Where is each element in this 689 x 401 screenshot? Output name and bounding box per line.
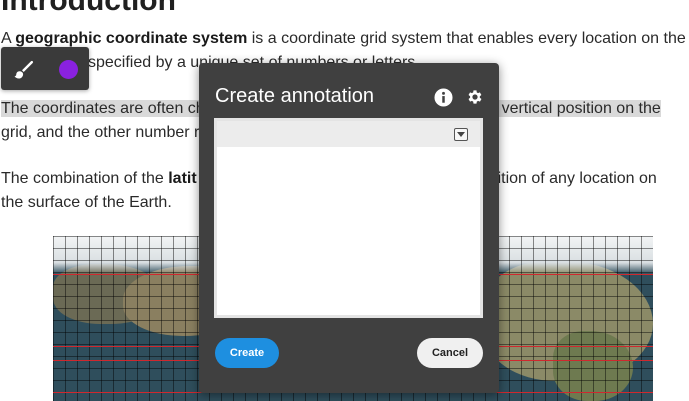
editor-toolbar: [217, 121, 480, 147]
paragraph-text: grid, and the other number r: [1, 124, 200, 141]
paragraph-text: osition of any location on: [480, 170, 657, 187]
page-title: Introduction: [1, 0, 176, 17]
bold-term: latit: [168, 170, 197, 187]
dialog-title: Create annotation: [215, 85, 375, 107]
create-button[interactable]: Create: [215, 338, 279, 368]
paintbrush-icon[interactable]: [9, 54, 39, 84]
bold-term: geographic coordinate system: [15, 30, 248, 47]
paragraph-text: A: [1, 30, 16, 47]
paragraph-text: the surface of the Earth.: [1, 194, 172, 211]
annotation-toolbar: [1, 47, 89, 90]
paragraph-text: The combination of the: [1, 170, 169, 187]
paragraph-text: is a coordinate grid system that enables…: [247, 30, 686, 47]
annotation-text-area[interactable]: [217, 147, 480, 315]
info-icon[interactable]: [433, 87, 453, 107]
create-annotation-dialog: Create annotation Create Cancel: [199, 63, 499, 393]
chevron-down-icon[interactable]: [454, 128, 468, 141]
color-picker-button[interactable]: [53, 54, 83, 84]
annotation-editor: [214, 118, 483, 318]
cancel-button[interactable]: Cancel: [417, 338, 483, 368]
gear-icon[interactable]: [465, 87, 485, 107]
color-swatch: [58, 59, 78, 79]
